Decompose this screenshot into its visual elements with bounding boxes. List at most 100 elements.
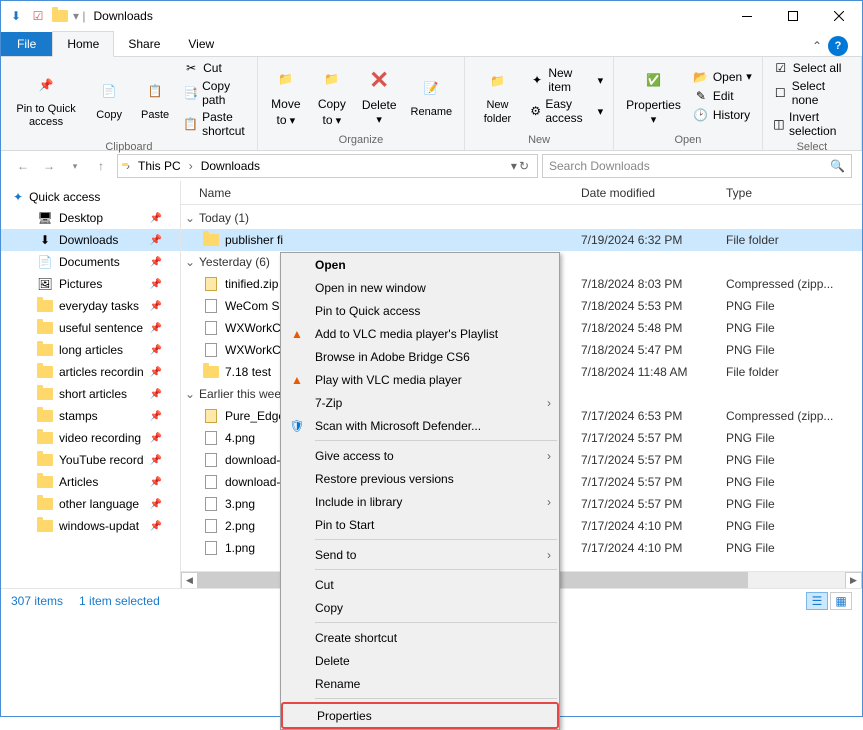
search-input[interactable]: Search Downloads 🔍 xyxy=(542,154,852,178)
easy-access-button[interactable]: ⚙Easy access ▾ xyxy=(526,96,607,126)
sidebar-item[interactable]: video recording📌 xyxy=(1,427,180,449)
sidebar-item[interactable]: useful sentence📌 xyxy=(1,317,180,339)
pin-icon: 📌 xyxy=(150,411,162,422)
menu-give-access[interactable]: Give access to› xyxy=(281,444,559,467)
select-all-button[interactable]: ☑Select all xyxy=(769,59,855,77)
system-folder-icon: 🖥 xyxy=(37,210,53,226)
down-arrow-icon[interactable]: ⬇ xyxy=(7,7,25,25)
menu-create-shortcut[interactable]: Create shortcut xyxy=(281,626,559,649)
file-row[interactable]: publisher fi7/19/2024 6:32 PMFile folder xyxy=(181,229,862,251)
forward-button[interactable]: → xyxy=(37,154,61,178)
menu-send-to[interactable]: Send to› xyxy=(281,543,559,566)
path-icon: 📑 xyxy=(183,85,198,101)
breadcrumb[interactable]: This PC Downloads ▾ ↻ xyxy=(117,154,538,178)
minimize-button[interactable] xyxy=(724,1,770,31)
sidebar-item[interactable]: 📄Documents📌 xyxy=(1,251,180,273)
folder-icon xyxy=(37,386,53,402)
cut-button[interactable]: ✂Cut xyxy=(179,59,251,77)
menu-include-library[interactable]: Include in library› xyxy=(281,490,559,513)
menu-pin-quick-access[interactable]: Pin to Quick access xyxy=(281,299,559,322)
delete-button[interactable]: ✕ Delete ▾ xyxy=(356,62,403,128)
edit-button[interactable]: ✎Edit xyxy=(689,87,756,105)
clipboard-group-label: Clipboard xyxy=(7,139,251,155)
rename-button[interactable]: 📝 Rename xyxy=(405,70,459,121)
paste-button[interactable]: 📋 Paste xyxy=(133,73,177,124)
invert-selection-button[interactable]: ◫Invert selection xyxy=(769,109,855,139)
sidebar-item[interactable]: other language📌 xyxy=(1,493,180,515)
copy-path-button[interactable]: 📑Copy path xyxy=(179,78,251,108)
scroll-left-icon[interactable]: ◀ xyxy=(181,572,198,589)
menu-pin-start[interactable]: Pin to Start xyxy=(281,513,559,536)
shield-icon: 🛡 xyxy=(287,416,307,436)
copy-button[interactable]: 📄 Copy xyxy=(87,73,131,124)
select-none-button[interactable]: ☐Select none xyxy=(769,78,855,108)
scroll-right-icon[interactable]: ▶ xyxy=(845,572,862,589)
sidebar-item[interactable]: windows-updat📌 xyxy=(1,515,180,537)
home-tab[interactable]: Home xyxy=(52,31,114,57)
up-button[interactable]: ↑ xyxy=(89,154,113,178)
large-icons-view-button[interactable]: ▦ xyxy=(830,592,852,610)
history-button[interactable]: 🕑History xyxy=(689,106,756,124)
file-tab[interactable]: File xyxy=(1,32,52,56)
open-button[interactable]: 📂Open ▾ xyxy=(689,68,756,86)
paste-shortcut-button[interactable]: 📋Paste shortcut xyxy=(179,109,251,139)
menu-rename[interactable]: Rename xyxy=(281,672,559,695)
column-headers[interactable]: Name Date modified Type xyxy=(181,181,862,205)
crumb-this-pc[interactable]: This PC xyxy=(134,159,185,173)
address-bar: ← → ▾ ↑ This PC Downloads ▾ ↻ Search Dow… xyxy=(1,151,862,181)
copy-to-button[interactable]: 📁 Copy to ▾ xyxy=(310,61,354,129)
ribbon-collapse-icon[interactable]: ⌃ xyxy=(812,39,822,53)
menu-delete[interactable]: Delete xyxy=(281,649,559,672)
pin-icon: 📌 xyxy=(150,235,162,246)
sidebar-item[interactable]: ⬇Downloads📌 xyxy=(1,229,180,251)
view-tab[interactable]: View xyxy=(174,32,228,56)
menu-open[interactable]: Open xyxy=(281,253,559,276)
column-date[interactable]: Date modified xyxy=(581,186,726,200)
new-item-button[interactable]: ✦New item ▾ xyxy=(526,65,607,95)
menu-adobe-bridge[interactable]: Browse in Adobe Bridge CS6 xyxy=(281,345,559,368)
menu-open-new-window[interactable]: Open in new window xyxy=(281,276,559,299)
check-icon[interactable]: ☑ xyxy=(29,7,47,25)
menu-restore-versions[interactable]: Restore previous versions xyxy=(281,467,559,490)
help-icon[interactable]: ? xyxy=(828,36,848,56)
pin-icon: 📌 xyxy=(150,455,162,466)
sidebar-item[interactable]: articles recordin📌 xyxy=(1,361,180,383)
column-name[interactable]: Name xyxy=(181,186,581,200)
move-to-button[interactable]: 📁 Move to ▾ xyxy=(264,61,308,129)
sidebar-item[interactable]: 🖥Desktop📌 xyxy=(1,207,180,229)
pin-icon: 📌 xyxy=(150,279,162,290)
refresh-icon[interactable]: ↻ xyxy=(519,159,529,173)
sidebar-item[interactable]: 🖼Pictures📌 xyxy=(1,273,180,295)
details-view-button[interactable]: ☰ xyxy=(806,592,828,610)
back-button[interactable]: ← xyxy=(11,154,35,178)
sidebar-item[interactable]: short articles📌 xyxy=(1,383,180,405)
group-header[interactable]: ⌄Today (1) xyxy=(181,207,862,229)
sidebar-item[interactable]: stamps📌 xyxy=(1,405,180,427)
share-tab[interactable]: Share xyxy=(114,32,174,56)
menu-cut[interactable]: Cut xyxy=(281,573,559,596)
vlc-icon: ▲ xyxy=(287,324,307,344)
properties-button[interactable]: ✅ Properties ▾ xyxy=(620,62,687,128)
status-item-count: 307 items xyxy=(11,594,63,608)
recent-dropdown[interactable]: ▾ xyxy=(63,154,87,178)
maximize-button[interactable] xyxy=(770,1,816,31)
sidebar-item[interactable]: long articles📌 xyxy=(1,339,180,361)
sidebar-item[interactable]: Articles📌 xyxy=(1,471,180,493)
menu-7zip[interactable]: 7-Zip› xyxy=(281,391,559,414)
menu-copy[interactable]: Copy xyxy=(281,596,559,619)
sidebar-item[interactable]: YouTube record📌 xyxy=(1,449,180,471)
menu-vlc-play[interactable]: ▲Play with VLC media player xyxy=(281,368,559,391)
file-icon xyxy=(203,298,219,314)
menu-defender[interactable]: 🛡Scan with Microsoft Defender... xyxy=(281,414,559,437)
quick-access-root[interactable]: ✦ Quick access xyxy=(1,187,180,207)
crumb-downloads[interactable]: Downloads xyxy=(197,159,264,173)
sidebar-item[interactable]: everyday tasks📌 xyxy=(1,295,180,317)
breadcrumb-dropdown-icon[interactable]: ▾ xyxy=(511,159,517,173)
menu-properties[interactable]: Properties xyxy=(283,704,557,727)
pin-to-quick-access-button[interactable]: 📌 Pin to Quick access xyxy=(7,67,85,131)
close-button[interactable] xyxy=(816,1,862,31)
folder-icon xyxy=(37,342,53,358)
new-folder-button[interactable]: 📁 New folder xyxy=(471,63,524,127)
column-type[interactable]: Type xyxy=(726,186,862,200)
menu-vlc-playlist[interactable]: ▲Add to VLC media player's Playlist xyxy=(281,322,559,345)
